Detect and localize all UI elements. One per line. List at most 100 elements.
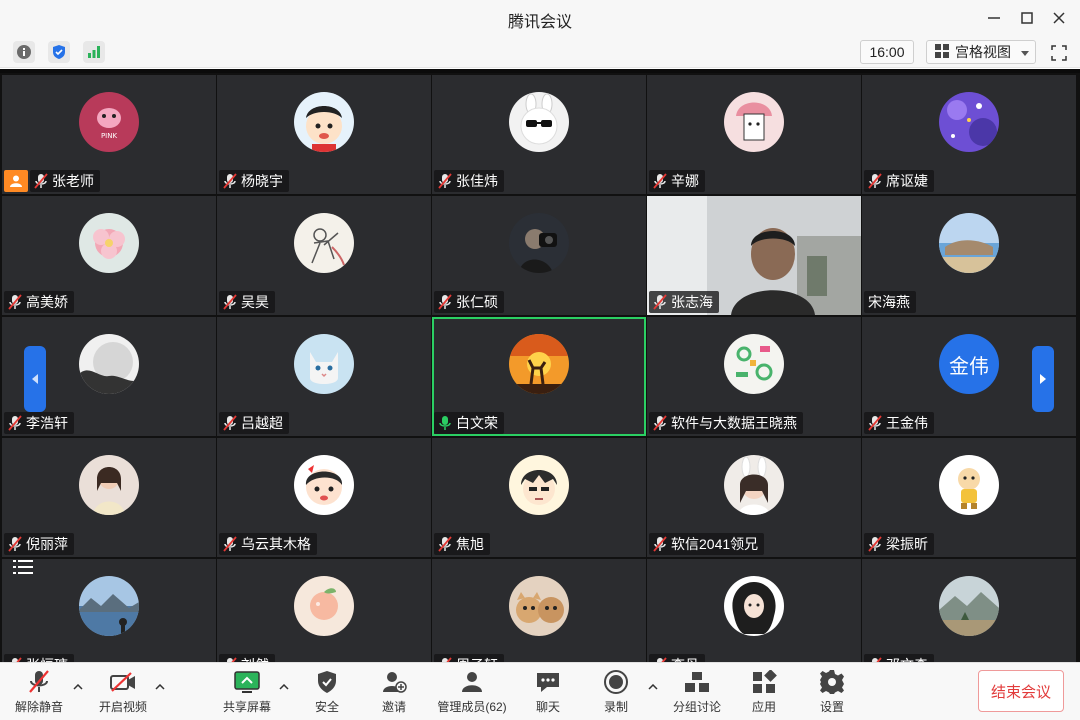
muted-mic-icon xyxy=(438,294,452,310)
participant-tile[interactable]: 席讴婕 xyxy=(862,75,1076,194)
shield-icon[interactable] xyxy=(48,41,70,63)
participant-nameplate: 软件与大数据王晓燕 xyxy=(649,412,803,434)
participant-tile[interactable]: 邓文森 xyxy=(862,559,1076,678)
chevron-up-icon[interactable] xyxy=(72,681,84,693)
record-label: 录制 xyxy=(603,700,628,714)
record-icon xyxy=(602,669,630,695)
avatar xyxy=(939,213,999,273)
apps-label: 应用 xyxy=(751,700,776,714)
avatar xyxy=(939,576,999,636)
chevron-left-icon xyxy=(32,374,38,384)
participant-tile[interactable]: 刘然 xyxy=(217,559,431,678)
participant-nameplate: 张仁硕 xyxy=(434,291,504,313)
participant-tile[interactable]: 周子轩 xyxy=(432,559,646,678)
participant-tile[interactable]: 吴昊 xyxy=(217,196,431,315)
participant-tile[interactable]: 白文荣 xyxy=(432,317,646,436)
host-badge-icon xyxy=(4,170,28,192)
view-mode-dropdown[interactable]: 宫格视图 xyxy=(926,40,1036,64)
participant-nameplate: 张老师 xyxy=(30,170,100,192)
muted-mic-icon xyxy=(34,173,48,189)
participant-tile[interactable]: 张佳炜 xyxy=(432,75,646,194)
avatar: 金伟 xyxy=(939,334,999,394)
participant-name: 软件与大数据王晓燕 xyxy=(671,415,797,431)
breakout-rooms-button[interactable]: 分组讨论 xyxy=(662,669,732,717)
chat-button[interactable]: 聊天 xyxy=(513,669,583,717)
participant-nameplate: 杨晓宇 xyxy=(219,170,289,192)
participant-name: 张老师 xyxy=(52,173,94,189)
chevron-right-icon xyxy=(1040,374,1046,384)
settings-button[interactable]: 设置 xyxy=(797,669,867,717)
muted-mic-icon xyxy=(8,536,22,552)
prev-page-button[interactable] xyxy=(24,346,46,412)
signal-icon[interactable] xyxy=(83,41,105,63)
share-screen-button[interactable]: 共享屏幕 xyxy=(212,669,282,717)
unmute-label: 解除静音 xyxy=(14,700,63,714)
participant-tile[interactable]: 宋海燕 xyxy=(862,196,1076,315)
participant-name: 杨晓宇 xyxy=(241,173,283,189)
participant-name: 张志海 xyxy=(671,294,713,310)
muted-mic-icon xyxy=(653,536,667,552)
participant-nameplate: 李浩轩 xyxy=(4,412,74,434)
maximize-button[interactable] xyxy=(1015,6,1039,30)
participant-tile[interactable]: 杨晓宇 xyxy=(217,75,431,194)
participant-nameplate: 张志海 xyxy=(649,291,719,313)
avatar xyxy=(724,455,784,515)
manage-members-button[interactable]: 管理成员(62) xyxy=(430,669,514,717)
members-icon xyxy=(458,669,486,695)
avatar xyxy=(939,455,999,515)
participant-tile[interactable]: 软件与大数据王晓燕 xyxy=(647,317,861,436)
avatar xyxy=(294,576,354,636)
avatar xyxy=(79,455,139,515)
participant-nameplate: 白文荣 xyxy=(434,412,504,434)
participant-tile[interactable]: 张志海 xyxy=(647,196,861,315)
participant-name: 吴昊 xyxy=(241,294,269,310)
apps-icon xyxy=(750,669,778,695)
participant-tile[interactable]: 乌云其木格 xyxy=(217,438,431,557)
avatar xyxy=(724,576,784,636)
close-button[interactable] xyxy=(1047,6,1071,30)
chat-icon xyxy=(534,669,562,695)
chevron-up-icon[interactable] xyxy=(154,681,166,693)
participant-name: 梁振昕 xyxy=(886,536,928,552)
avatar xyxy=(79,334,139,394)
participant-tile[interactable]: 张仁硕 xyxy=(432,196,646,315)
security-button[interactable]: 安全 xyxy=(292,669,362,717)
record-button[interactable]: 录制 xyxy=(581,669,651,717)
avatar xyxy=(509,92,569,152)
participant-name: 焦旭 xyxy=(456,536,484,552)
participant-tile[interactable]: 软信2041领兄 xyxy=(647,438,861,557)
end-meeting-button[interactable]: 结束会议 xyxy=(978,670,1064,712)
participant-tile[interactable]: 焦旭 xyxy=(432,438,646,557)
chevron-up-icon[interactable] xyxy=(278,681,290,693)
participant-tile[interactable]: 李丹 xyxy=(647,559,861,678)
start-video-button[interactable]: 开启视频 xyxy=(88,669,158,717)
avatar xyxy=(294,92,354,152)
participant-name: 王金伟 xyxy=(886,415,928,431)
invite-button[interactable]: 邀请 xyxy=(359,669,429,717)
muted-mic-icon xyxy=(223,536,237,552)
participant-tile[interactable]: 吕越超 xyxy=(217,317,431,436)
unmute-button[interactable]: 解除静音 xyxy=(4,669,74,717)
list-toggle-button[interactable] xyxy=(8,552,38,582)
participant-tile[interactable]: 倪丽萍 xyxy=(2,438,216,557)
participant-nameplate: 辛娜 xyxy=(649,170,705,192)
info-icon[interactable] xyxy=(13,41,35,63)
minimize-button[interactable] xyxy=(982,6,1006,30)
participant-tile[interactable]: 高美娇 xyxy=(2,196,216,315)
participant-tile[interactable]: 辛娜 xyxy=(647,75,861,194)
avatar xyxy=(724,92,784,152)
settings-label: 设置 xyxy=(819,700,844,714)
next-page-button[interactable] xyxy=(1032,346,1054,412)
muted-mic-icon xyxy=(653,294,667,310)
window-title: 腾讯会议 xyxy=(507,14,572,31)
participant-name: 吕越超 xyxy=(241,415,283,431)
video-off-icon xyxy=(109,669,137,695)
share-screen-label: 共享屏幕 xyxy=(222,700,271,714)
apps-button[interactable]: 应用 xyxy=(729,669,799,717)
participant-tile[interactable]: 梁振昕 xyxy=(862,438,1076,557)
participant-nameplate: 软信2041领兄 xyxy=(649,533,765,555)
participant-tile[interactable]: PINK 张老师 xyxy=(2,75,216,194)
chevron-up-icon[interactable] xyxy=(647,681,659,693)
breakout-label: 分组讨论 xyxy=(672,700,721,714)
fullscreen-button[interactable] xyxy=(1048,42,1070,64)
